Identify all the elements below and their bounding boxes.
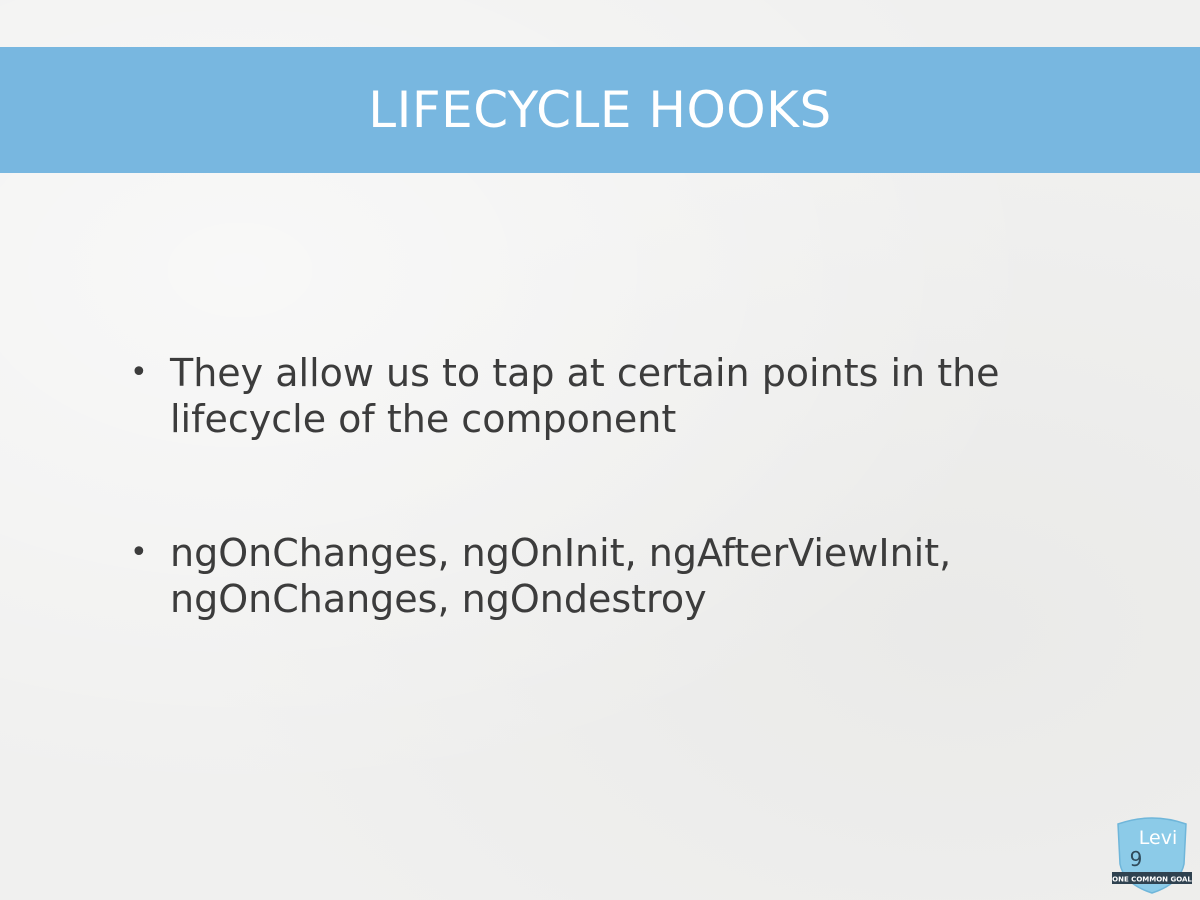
logo-mark-text: 9 — [1130, 847, 1143, 871]
levi9-shield-logo-icon: Levi 9 ONE COMMON GOAL — [1112, 817, 1192, 894]
bullet-text: They allow us to tap at certain points i… — [170, 351, 1000, 441]
slide-title: LIFECYCLE HOOKS — [368, 81, 832, 139]
bullet-list: • They allow us to tap at certain points… — [130, 350, 1090, 622]
bullet-item: • They allow us to tap at certain points… — [130, 350, 1090, 442]
logo-tagline-text: ONE COMMON GOAL — [1112, 876, 1192, 884]
bullet-text: ngOnChanges, ngOnInit, ngAfterViewInit, … — [170, 531, 952, 621]
bullet-marker: • — [130, 355, 148, 390]
bullet-marker: • — [130, 535, 148, 570]
title-band: LIFECYCLE HOOKS — [0, 47, 1200, 173]
logo-brand-text: Levi — [1139, 827, 1177, 849]
bullet-item: • ngOnChanges, ngOnInit, ngAfterViewInit… — [130, 530, 1090, 622]
